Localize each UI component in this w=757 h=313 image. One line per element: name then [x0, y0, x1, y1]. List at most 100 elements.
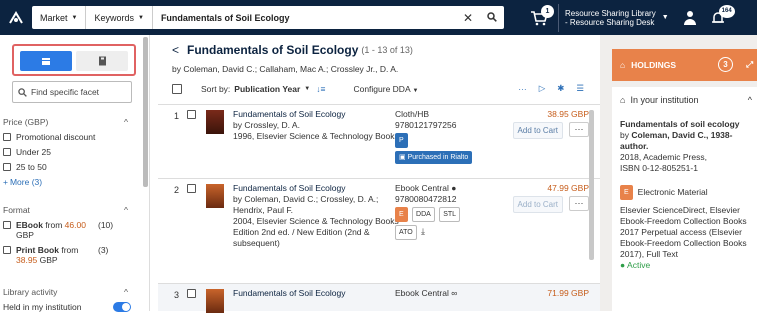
add-to-cart-button[interactable]: Add to Cart — [512, 122, 563, 139]
sort-dropdown[interactable]: Publication Year — [234, 84, 300, 94]
chevron-up-icon: ^ — [124, 287, 128, 297]
more-link[interactable]: + More (3) — [3, 177, 128, 187]
facets-panel: Find specific facet Price (GBP) ^ Promoti… — [0, 35, 150, 312]
row-checkbox[interactable] — [187, 289, 196, 298]
checkbox[interactable] — [3, 221, 11, 229]
institution-header[interactable]: ⌂ In your institution ^ — [620, 95, 752, 105]
more-options-button[interactable]: ··· — [569, 196, 589, 211]
expand-icon[interactable]: ⤢ — [746, 59, 753, 70]
price-facet: Price (GBP) ^ Promotional discount Under … — [3, 117, 128, 187]
result-title[interactable]: Fundamentals of Soil Ecology — [233, 288, 408, 299]
result-title[interactable]: Fundamentals of Soil Ecology — [233, 183, 408, 194]
configure-dda-button[interactable]: Configure DDA ▼ — [353, 84, 418, 94]
row-number: 2 — [174, 185, 180, 195]
cart-badge: 1 — [541, 4, 554, 18]
search-icon — [18, 87, 27, 97]
facet-option[interactable]: Print Book from 38.95 GBP (3) — [3, 245, 128, 265]
status-row: ● Active — [620, 260, 752, 271]
home-icon: ⌂ — [620, 95, 626, 105]
scope-label: Market — [40, 12, 68, 23]
result-format: Ebook Central ● 9780080472812 E DDA STL … — [395, 183, 462, 240]
result-row: 1 Fundamentals of Soil Ecology by Crossl… — [158, 104, 603, 177]
user-icon[interactable] — [683, 10, 697, 26]
isbn-label: 9780121797256 — [395, 120, 457, 130]
results-scrollbar[interactable] — [589, 110, 594, 260]
result-author[interactable]: Coleman, David C.; Crossley, D. A.; Hend… — [233, 194, 378, 215]
result-publisher: 2004, Elsevier Science & Technology Book… — [233, 216, 399, 226]
result-row: 3 Fundamentals of Soil Ecology Ebook Cen… — [158, 283, 603, 313]
app-logo-icon[interactable] — [6, 8, 26, 28]
result-format: Ebook Central ∞ — [395, 288, 457, 299]
row-checkbox[interactable] — [187, 184, 196, 193]
holdings-header[interactable]: ⌂ HOLDINGS 3 ⤢ — [612, 49, 757, 81]
facets-scrollbar[interactable] — [143, 37, 148, 187]
result-price: 38.95 GBP — [547, 109, 589, 119]
export-icon[interactable]: ▷ — [539, 83, 546, 94]
holding-title: Fundamentals of soil ecology — [620, 119, 740, 129]
field-dropdown[interactable]: Keywords ▼ — [86, 6, 153, 29]
result-author-line: by Coleman, David C.; Crossley, D. A.; H… — [233, 194, 408, 216]
book-cover[interactable] — [206, 184, 224, 208]
sort-bar: Sort by: Publication Year ▼ ↓≡ Configure… — [172, 83, 584, 94]
result-price: 71.99 GBP — [547, 288, 589, 298]
chevron-down-icon[interactable]: ▼ — [662, 14, 669, 21]
purchased-label: Purchased in Rialto — [407, 154, 469, 161]
search-icon[interactable] — [480, 11, 504, 25]
material-label: Electronic Material — [637, 187, 708, 197]
library-selector[interactable]: Resource Sharing Library - Resource Shar… — [565, 9, 656, 27]
authors-prefix: by — [172, 64, 181, 74]
chevron-down-icon: ▼ — [71, 14, 78, 21]
ebook-from: from — [45, 220, 63, 230]
gear-icon[interactable]: ✱ — [557, 83, 564, 94]
book-cover[interactable] — [206, 110, 224, 134]
facet-option[interactable]: Under 25 — [3, 147, 128, 157]
toggle-market-button[interactable] — [20, 51, 72, 71]
library-facet-header[interactable]: Library activity ^ — [3, 287, 128, 297]
toggle-library-button[interactable] — [76, 51, 128, 71]
facet-option-label: Promotional discount — [16, 132, 96, 142]
facet-option[interactable]: 25 to 50 — [3, 162, 128, 172]
more-actions-icon[interactable]: ··· — [518, 84, 527, 94]
work-title: Fundamentals of Soil Ecology — [187, 43, 359, 57]
print-tag: P — [395, 133, 408, 148]
search-input[interactable]: Fundamentals of Soil Ecology — [153, 13, 456, 23]
checkbox[interactable] — [3, 133, 11, 141]
cart-button[interactable]: 1 — [524, 3, 554, 33]
work-title-row: < Fundamentals of Soil Ecology (1 - 13 o… — [172, 43, 413, 57]
facet-search-input[interactable]: Find specific facet — [12, 81, 132, 103]
dda-tag: DDA — [412, 207, 435, 222]
result-edition: Edition 2nd ed. / New Edition (2nd & sub… — [233, 227, 370, 248]
select-all-checkbox[interactable] — [172, 83, 182, 94]
holdings-panel: ⌂ HOLDINGS 3 ⤢ ⌂ In your institution ^ Fu… — [600, 35, 757, 311]
result-count: (1 - 13 of 13) — [361, 45, 413, 55]
row-checkbox[interactable] — [187, 110, 196, 119]
list-view-icon[interactable]: ☰ — [576, 83, 584, 94]
authors-list: Coleman, David C.; Callaham, Mac A.; Cro… — [183, 64, 399, 74]
checkbox[interactable] — [3, 246, 11, 254]
scope-dropdown[interactable]: Market ▼ — [32, 6, 87, 29]
more-label: More (3) — [9, 177, 43, 187]
chevron-up-icon: ^ — [747, 95, 752, 105]
result-title[interactable]: Fundamentals of Soil Ecology — [233, 109, 408, 120]
back-arrow-icon[interactable]: < — [172, 43, 179, 57]
holding-author: Coleman, David C., 1938- — [631, 130, 733, 140]
chevron-up-icon: ^ — [124, 205, 128, 215]
format-label: Ebook Central ∞ — [395, 288, 458, 298]
add-to-cart-button[interactable]: Add to Cart — [512, 196, 563, 213]
checkbox[interactable] — [3, 163, 11, 171]
chevron-down-icon: ▼ — [412, 87, 419, 94]
price-facet-header[interactable]: Price (GBP) ^ — [3, 117, 128, 127]
format-facet-header[interactable]: Format ^ — [3, 205, 128, 215]
result-author[interactable]: Crossley, D. A. — [244, 120, 300, 130]
checkbox[interactable] — [3, 148, 11, 156]
notifications-button[interactable]: 164 — [703, 3, 735, 33]
facet-option[interactable]: EBook from 46.00 GBP (10) — [3, 220, 128, 240]
material-row: E Electronic Material — [620, 185, 752, 200]
sort-direction-icon[interactable]: ↓≡ — [316, 84, 325, 94]
sort-label: Sort by: — [201, 83, 231, 94]
book-cover[interactable] — [206, 289, 224, 313]
close-icon[interactable]: ✕ — [456, 11, 480, 25]
more-options-button[interactable]: ··· — [569, 122, 589, 137]
facet-option[interactable]: Promotional discount — [3, 132, 128, 142]
ebook-label: EBook — [16, 220, 43, 230]
